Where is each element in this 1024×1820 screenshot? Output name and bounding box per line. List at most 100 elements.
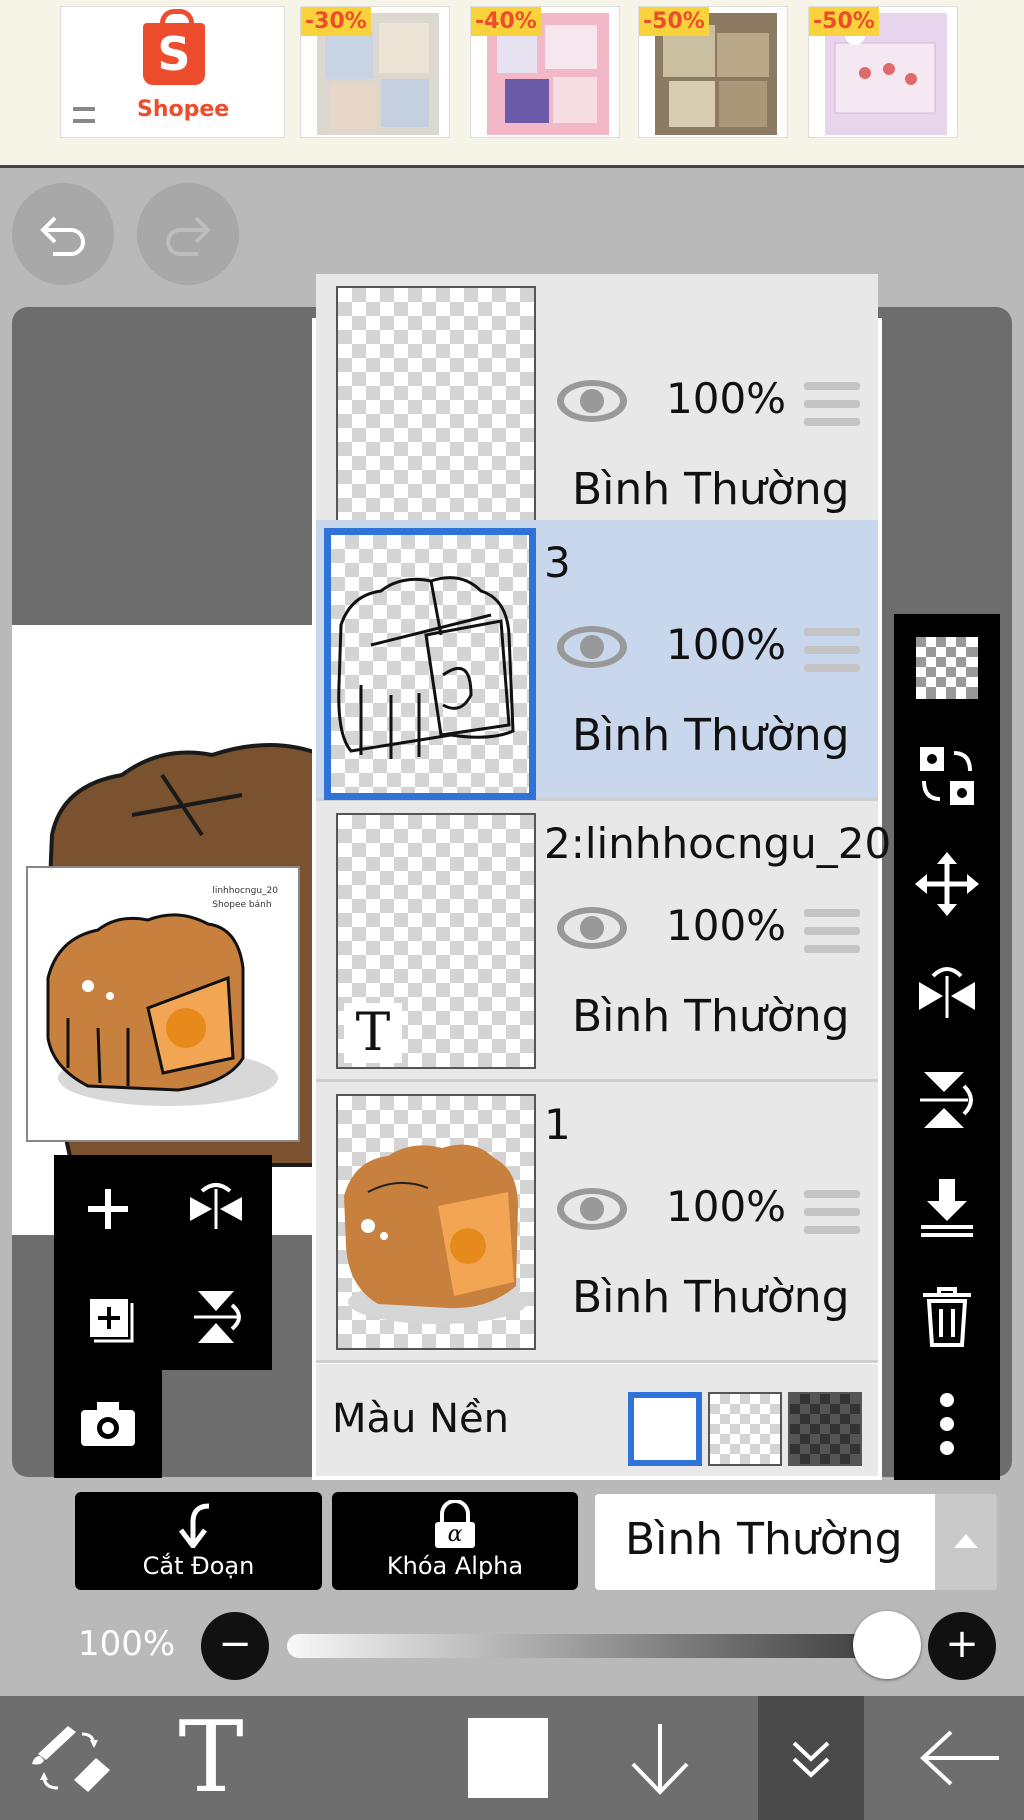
layer-thumbnail[interactable]: [336, 286, 536, 542]
bg-dark-swatch[interactable]: [788, 1392, 862, 1466]
blend-mode-value: Bình Thường: [625, 1514, 903, 1565]
delete-layer-button[interactable]: [894, 1262, 1000, 1370]
discount-badge: -50%: [639, 7, 709, 36]
blend-mode-select[interactable]: Bình Thường: [595, 1494, 997, 1590]
opacity-slider[interactable]: [287, 1634, 903, 1658]
ad-banner[interactable]: S Shopee -30% -40% -50% -50%: [0, 0, 1024, 168]
shopee-ad-logo[interactable]: S Shopee: [60, 6, 285, 138]
layer-thumbnail[interactable]: T: [336, 813, 536, 1069]
ad-product-2[interactable]: -40%: [470, 6, 620, 138]
layer-blend-mode[interactable]: Bình Thường: [572, 991, 850, 1042]
arrow-left-icon: [920, 1730, 999, 1786]
clipping-label: Cắt Đoạn: [142, 1552, 255, 1580]
more-options-button[interactable]: [894, 1370, 1000, 1478]
layer-row[interactable]: 1 100% Bình Thường: [316, 1082, 878, 1363]
text-tool-icon: T: [178, 1701, 244, 1815]
opacity-increase-button[interactable]: +: [928, 1612, 996, 1680]
layer-blend-mode[interactable]: Bình Thường: [572, 464, 850, 515]
watermark-line: linhhocngu_20: [212, 886, 278, 896]
layer-blend-mode[interactable]: Bình Thường: [572, 1272, 850, 1323]
bottom-toolbar: T: [0, 1696, 1024, 1820]
background-color-label: Màu Nền: [332, 1396, 509, 1442]
layer-row[interactable]: 100% Bình Thường: [316, 274, 878, 555]
flip-vertical-icon: [194, 1291, 241, 1343]
drag-handle-icon[interactable]: [804, 628, 860, 672]
drag-handle-icon[interactable]: [804, 382, 860, 426]
opacity-slider-handle[interactable]: [853, 1611, 921, 1679]
add-copy-layer-button[interactable]: [54, 1263, 162, 1371]
flip-layer-horizontal-button[interactable]: [162, 1155, 270, 1263]
flip-vertical-button[interactable]: [894, 1046, 1000, 1154]
eye-icon[interactable]: [554, 376, 630, 426]
opacity-decrease-button[interactable]: −: [201, 1612, 269, 1680]
undo-button[interactable]: [12, 183, 114, 285]
more-vertical-icon: [940, 1393, 954, 1455]
redo-icon: [166, 216, 211, 256]
collapse-panel-button[interactable]: [758, 1696, 864, 1820]
brush-eraser-toggle-button[interactable]: [14, 1696, 124, 1820]
text-tool-button[interactable]: T: [156, 1696, 266, 1820]
alpha-lock-label: Khóa Alpha: [386, 1552, 524, 1580]
swap-icon: [920, 747, 974, 805]
layer-tools-column: [894, 614, 1000, 1480]
camera-import-button[interactable]: [54, 1370, 162, 1478]
trash-icon: [923, 1287, 971, 1347]
clipping-arrow-icon: [179, 1503, 210, 1548]
eye-icon[interactable]: [554, 1184, 630, 1234]
layer-blend-mode[interactable]: Bình Thường: [572, 710, 850, 761]
add-copy-icon: [90, 1299, 134, 1343]
ad-product-1[interactable]: -30%: [300, 6, 450, 138]
double-chevron-down-icon: [792, 1741, 830, 1778]
ad-product-4[interactable]: -50%: [808, 6, 958, 138]
layer-down-button[interactable]: [610, 1696, 710, 1820]
plus-icon: [88, 1189, 128, 1229]
eye-icon[interactable]: [554, 903, 630, 953]
redo-button[interactable]: [137, 183, 239, 285]
layer-row[interactable]: T 2:linhhocngu_20 100% Bình Thường: [316, 801, 891, 1082]
layer-actions-panel: [54, 1155, 272, 1478]
move-button[interactable]: [894, 830, 1000, 938]
shopee-brand-text: Shopee: [137, 97, 230, 122]
add-layer-button[interactable]: [54, 1155, 162, 1263]
ad-product-3[interactable]: -50%: [638, 6, 788, 138]
drag-handle-icon[interactable]: [804, 1190, 860, 1234]
clipping-button[interactable]: Cắt Đoạn: [75, 1492, 322, 1590]
merge-down-button[interactable]: [894, 1154, 1000, 1262]
drag-handle-icon[interactable]: [804, 909, 860, 953]
flip-horizontal-button[interactable]: [894, 938, 1000, 1046]
layer-name: 1: [544, 1100, 571, 1149]
preview-watermark: linhhocngu_20 Shopee bánh: [212, 884, 278, 912]
flip-vertical-icon: [920, 1072, 973, 1128]
text-layer-icon: T: [344, 1003, 402, 1063]
background-color-row: Màu Nền: [316, 1364, 878, 1476]
dropdown-arrow-icon[interactable]: [935, 1494, 997, 1590]
undo-icon: [40, 216, 85, 256]
layer-opacity[interactable]: 100%: [666, 901, 786, 950]
back-button[interactable]: [906, 1696, 1016, 1820]
flip-layer-vertical-button[interactable]: [162, 1263, 270, 1371]
swap-layer-button[interactable]: [894, 722, 1000, 830]
layer-opacity[interactable]: 100%: [666, 620, 786, 669]
layer-thumbnail[interactable]: [324, 528, 536, 800]
opacity-label: 100%: [78, 1624, 176, 1664]
canvas-preview[interactable]: linhhocngu_20 Shopee bánh: [26, 866, 300, 1142]
bg-transparent-swatch[interactable]: [708, 1392, 782, 1466]
color-thumbnail: [344, 1144, 528, 1324]
lineart-thumbnail: [337, 576, 515, 759]
layer-thumbnail[interactable]: [336, 1094, 536, 1350]
layer-row[interactable]: 3 100% Bình Thường: [316, 520, 878, 801]
eye-icon[interactable]: [554, 622, 630, 672]
color-picker-button[interactable]: [458, 1696, 558, 1820]
shopee-bag-icon: S: [143, 9, 205, 85]
layers-panel: 100% Bình Thường 3 100% Bình Thường T 2:…: [312, 274, 891, 1480]
move-icon: [915, 852, 979, 916]
transparency-button[interactable]: [894, 614, 1000, 722]
camera-icon: [81, 1402, 135, 1446]
layer-name: 2:linhhocngu_20: [544, 819, 892, 868]
watermark-line: Shopee bánh: [212, 900, 272, 910]
alpha-lock-button[interactable]: α Khóa Alpha: [332, 1492, 578, 1590]
bg-white-swatch[interactable]: [628, 1392, 702, 1466]
layer-opacity[interactable]: 100%: [666, 374, 786, 423]
layer-opacity[interactable]: 100%: [666, 1182, 786, 1231]
arrow-down-icon: [631, 1724, 689, 1795]
